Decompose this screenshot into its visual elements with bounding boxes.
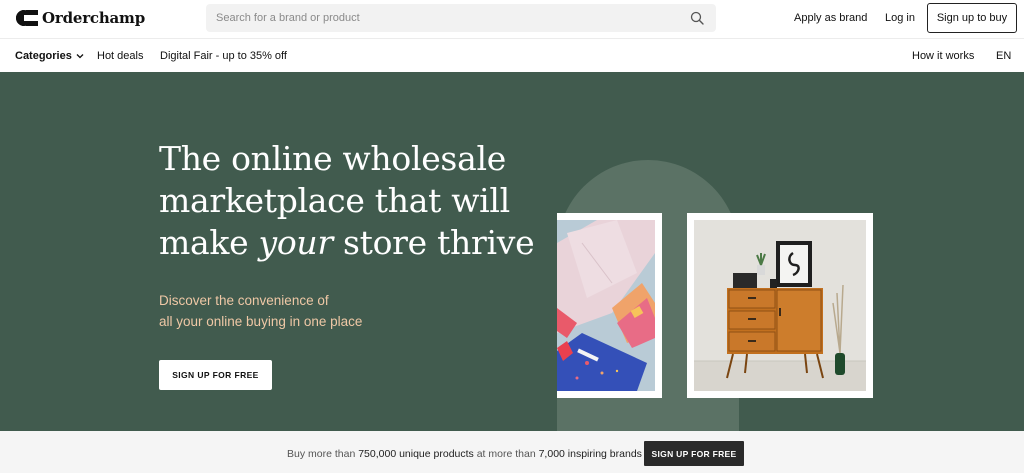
promo-text-2: at more than [473,448,539,460]
hot-deals-link[interactable]: Hot deals [97,50,143,62]
stationery-illustration [557,220,655,391]
hero-title: The online wholesale marketplace that wi… [159,138,539,264]
hero-subtitle: Discover the convenience of all your onl… [159,290,362,332]
hero-title-line3-post: store thrive [332,223,535,262]
hero-title-emphasis: your [258,223,333,262]
brands-count: 7,000 inspiring brands [538,448,642,460]
promo-text: Buy more than 750,000 unique products at… [287,448,642,460]
bottom-promo-bar: Buy more than 750,000 unique products at… [0,431,1024,473]
apply-as-brand-link[interactable]: Apply as brand [794,12,867,24]
cabinet-illustration [694,220,866,391]
hero-title-line3-pre: make [159,223,259,262]
categories-label: Categories [15,50,72,62]
logo-text: Orderchamp [42,9,146,27]
stationery-photo [557,213,662,398]
digital-fair-link[interactable]: Digital Fair - up to 35% off [160,50,287,62]
products-count: 750,000 unique products [358,448,474,460]
hero-subtitle-line1: Discover the convenience of [159,293,329,308]
top-header: Orderchamp Apply as brand Log in Sign up… [0,0,1024,37]
signup-to-buy-button[interactable]: Sign up to buy [927,3,1017,33]
promo-text-1: Buy more than [287,448,359,460]
search-bar [206,4,716,32]
category-navbar: Categories Hot deals Digital Fair - up t… [0,38,1024,72]
hero-subtitle-line2: all your online buying in one place [159,314,363,329]
bottom-signup-button[interactable]: SIGN UP FOR FREE [644,441,744,466]
search-icon[interactable] [690,11,704,25]
orderchamp-logo[interactable]: Orderchamp [16,8,145,28]
categories-menu[interactable]: Categories [15,50,84,62]
how-it-works-link[interactable]: How it works [912,50,974,62]
search-input[interactable] [206,12,676,24]
cabinet-photo [687,213,873,398]
orderchamp-logo-icon [16,10,38,26]
hero-signup-button[interactable]: SIGN UP FOR FREE [159,360,272,390]
login-link[interactable]: Log in [885,12,915,24]
hero-title-line2: marketplace that will [159,181,510,220]
hero-title-line1: The online wholesale [159,139,506,178]
language-selector[interactable]: EN [996,50,1011,62]
chevron-down-icon [76,54,84,59]
hero-section: The online wholesale marketplace that wi… [0,72,1024,431]
